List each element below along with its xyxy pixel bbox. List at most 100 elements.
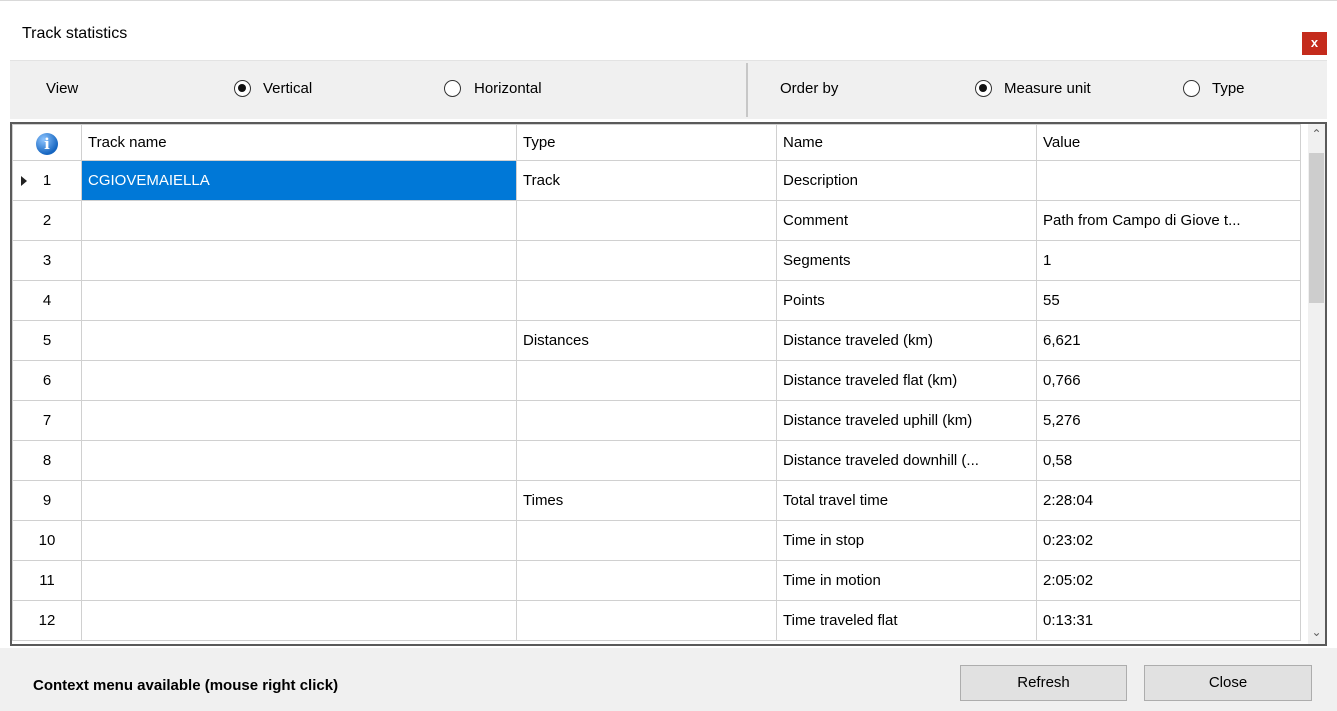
table-row[interactable]: 10 Time in stop 0:23:02 <box>12 520 1301 561</box>
cell-value[interactable]: 6,621 <box>1036 320 1301 361</box>
order-measure-unit-radio[interactable] <box>975 80 992 97</box>
cell-type[interactable] <box>516 400 777 441</box>
table-row[interactable]: 7 Distance traveled uphill (km) 5,276 <box>12 400 1301 441</box>
cell-value[interactable]: 1 <box>1036 240 1301 281</box>
cell-track-name[interactable] <box>81 240 517 281</box>
cell-name[interactable]: Segments <box>776 240 1037 281</box>
table-row[interactable]: 4 Points 55 <box>12 280 1301 321</box>
table-row[interactable]: 12 Time traveled flat 0:13:31 <box>12 600 1301 641</box>
cell-name[interactable]: Time in motion <box>776 560 1037 601</box>
scroll-down-arrow-icon[interactable]: ⌄ <box>1308 624 1325 641</box>
cell-type[interactable]: Distances <box>516 320 777 361</box>
row-number-label: 9 <box>42 492 52 509</box>
row-number-label: 6 <box>42 372 52 389</box>
row-number[interactable]: 10 <box>12 520 82 561</box>
cell-name[interactable]: Description <box>776 160 1037 201</box>
table-row[interactable]: 2 Comment Path from Campo di Giove t... <box>12 200 1301 241</box>
cell-value[interactable]: 0,766 <box>1036 360 1301 401</box>
column-header-name[interactable]: Name <box>776 124 1037 161</box>
column-header-type[interactable]: Type <box>516 124 777 161</box>
order-measure-unit-label[interactable]: Measure unit <box>1004 80 1091 97</box>
scroll-up-arrow-icon[interactable]: ⌃ <box>1308 126 1325 143</box>
options-bar <box>10 60 1327 119</box>
row-number[interactable]: 4 <box>12 280 82 321</box>
row-number[interactable]: 9 <box>12 480 82 521</box>
statistics-grid[interactable]: i Track name Type Name Value 1 CGIOVEMAIE… <box>10 122 1327 646</box>
row-number-label: 4 <box>42 292 52 309</box>
cell-track-name[interactable]: CGIOVEMAIELLA <box>81 160 517 201</box>
row-number-label: 10 <box>38 532 56 549</box>
cell-name[interactable]: Distance traveled uphill (km) <box>776 400 1037 441</box>
cell-name[interactable]: Distance traveled flat (km) <box>776 360 1037 401</box>
cell-track-name[interactable] <box>81 320 517 361</box>
cell-track-name[interactable] <box>81 400 517 441</box>
cell-value[interactable]: 2:28:04 <box>1036 480 1301 521</box>
cell-value[interactable]: 2:05:02 <box>1036 560 1301 601</box>
row-number[interactable]: 1 <box>12 160 82 201</box>
order-type-label[interactable]: Type <box>1212 80 1245 97</box>
table-row[interactable]: 8 Distance traveled downhill (... 0,58 <box>12 440 1301 481</box>
table-row[interactable]: 5 Distances Distance traveled (km) 6,621 <box>12 320 1301 361</box>
row-number[interactable]: 7 <box>12 400 82 441</box>
cell-value[interactable]: 55 <box>1036 280 1301 321</box>
view-horizontal-radio[interactable] <box>444 80 461 97</box>
cell-type[interactable] <box>516 520 777 561</box>
row-number-label: 1 <box>42 172 52 189</box>
column-header-track-name[interactable]: Track name <box>81 124 517 161</box>
cell-track-name[interactable] <box>81 280 517 321</box>
view-vertical-label[interactable]: Vertical <box>263 80 312 97</box>
row-number[interactable]: 11 <box>12 560 82 601</box>
table-row[interactable]: 9 Times Total travel time 2:28:04 <box>12 480 1301 521</box>
cell-track-name[interactable] <box>81 440 517 481</box>
refresh-button[interactable]: Refresh <box>960 665 1127 701</box>
row-number[interactable]: 8 <box>12 440 82 481</box>
order-type-radio[interactable] <box>1183 80 1200 97</box>
table-row[interactable]: 3 Segments 1 <box>12 240 1301 281</box>
cell-type[interactable] <box>516 560 777 601</box>
cell-track-name[interactable] <box>81 480 517 521</box>
cell-value[interactable]: Path from Campo di Giove t... <box>1036 200 1301 241</box>
view-vertical-radio[interactable] <box>234 80 251 97</box>
cell-value[interactable]: 0:23:02 <box>1036 520 1301 561</box>
cell-value[interactable]: 0,58 <box>1036 440 1301 481</box>
cell-name[interactable]: Comment <box>776 200 1037 241</box>
cell-type[interactable] <box>516 240 777 281</box>
cell-name[interactable]: Distance traveled (km) <box>776 320 1037 361</box>
cell-type[interactable] <box>516 200 777 241</box>
cell-track-name[interactable] <box>81 520 517 561</box>
row-number-label: 12 <box>38 612 56 629</box>
cell-type[interactable]: Track <box>516 160 777 201</box>
cell-type[interactable]: Times <box>516 480 777 521</box>
row-number[interactable]: 12 <box>12 600 82 641</box>
cell-name[interactable]: Distance traveled downhill (... <box>776 440 1037 481</box>
vertical-scrollbar[interactable]: ⌃ ⌄ <box>1308 124 1325 644</box>
close-button[interactable]: Close <box>1144 665 1312 701</box>
cell-track-name[interactable] <box>81 560 517 601</box>
scrollbar-thumb[interactable] <box>1309 153 1324 303</box>
view-horizontal-label[interactable]: Horizontal <box>474 80 542 97</box>
close-window-button[interactable]: x <box>1302 32 1327 55</box>
row-number[interactable]: 6 <box>12 360 82 401</box>
cell-value[interactable]: 0:13:31 <box>1036 600 1301 641</box>
cell-type[interactable] <box>516 440 777 481</box>
row-number[interactable]: 2 <box>12 200 82 241</box>
cell-type[interactable] <box>516 600 777 641</box>
cell-track-name[interactable] <box>81 600 517 641</box>
table-row[interactable]: 1 CGIOVEMAIELLA Track Description <box>12 160 1301 201</box>
table-row[interactable]: 11 Time in motion 2:05:02 <box>12 560 1301 601</box>
cell-track-name[interactable] <box>81 200 517 241</box>
cell-type[interactable] <box>516 360 777 401</box>
row-number[interactable]: 5 <box>12 320 82 361</box>
column-header-value[interactable]: Value <box>1036 124 1301 161</box>
table-header-row: i Track name Type Name Value <box>12 124 1301 161</box>
cell-value[interactable] <box>1036 160 1301 201</box>
cell-name[interactable]: Points <box>776 280 1037 321</box>
cell-type[interactable] <box>516 280 777 321</box>
row-number[interactable]: 3 <box>12 240 82 281</box>
cell-name[interactable]: Total travel time <box>776 480 1037 521</box>
cell-name[interactable]: Time traveled flat <box>776 600 1037 641</box>
table-row[interactable]: 6 Distance traveled flat (km) 0,766 <box>12 360 1301 401</box>
cell-track-name[interactable] <box>81 360 517 401</box>
cell-value[interactable]: 5,276 <box>1036 400 1301 441</box>
cell-name[interactable]: Time in stop <box>776 520 1037 561</box>
